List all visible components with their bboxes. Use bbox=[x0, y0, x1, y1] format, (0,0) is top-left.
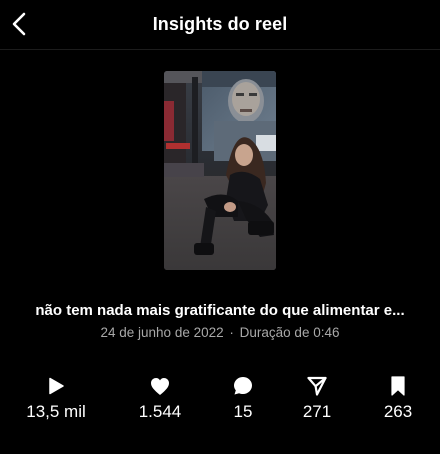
top-bar: Insights do reel bbox=[0, 0, 440, 50]
bookmark-icon bbox=[391, 376, 405, 396]
comment-icon bbox=[234, 377, 252, 395]
stats-row: 13,5 mil 1.544 15 271 263 bbox=[0, 372, 440, 432]
stat-saves-value: 263 bbox=[383, 402, 413, 421]
reel-date: 24 de junho de 2022 bbox=[100, 325, 224, 340]
reel-thumbnail[interactable] bbox=[164, 71, 276, 270]
reel-duration: Duração de 0:46 bbox=[239, 325, 340, 340]
heart-icon bbox=[151, 377, 169, 395]
reel-meta: 24 de junho de 2022 · Duração de 0:46 bbox=[0, 325, 440, 340]
stat-likes[interactable]: 1.544 bbox=[115, 372, 205, 422]
stat-plays[interactable]: 13,5 mil bbox=[11, 372, 101, 422]
stat-shares-value: 271 bbox=[302, 402, 332, 421]
stat-likes-value: 1.544 bbox=[138, 402, 182, 421]
meta-separator: · bbox=[229, 325, 234, 340]
stat-plays-value: 13,5 mil bbox=[26, 402, 86, 421]
stat-shares[interactable]: 271 bbox=[272, 372, 362, 422]
page-title: Insights do reel bbox=[152, 14, 288, 34]
play-icon bbox=[49, 377, 64, 395]
reel-preview-image bbox=[164, 71, 276, 270]
reel-caption: não tem nada mais gratificante do que al… bbox=[35, 302, 405, 319]
stat-saves[interactable]: 263 bbox=[353, 372, 440, 422]
share-icon bbox=[307, 376, 327, 396]
